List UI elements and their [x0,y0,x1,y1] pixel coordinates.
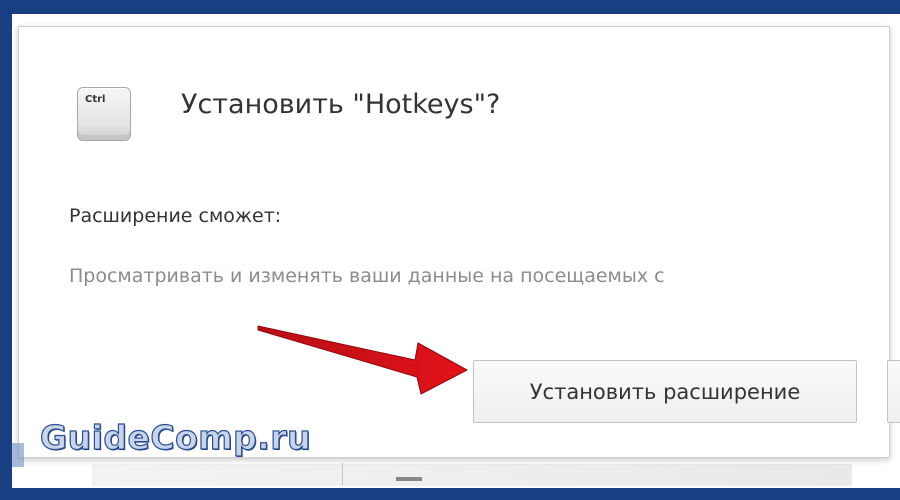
background-edge [12,443,24,467]
watermark: GuideComp.ru [39,417,312,457]
